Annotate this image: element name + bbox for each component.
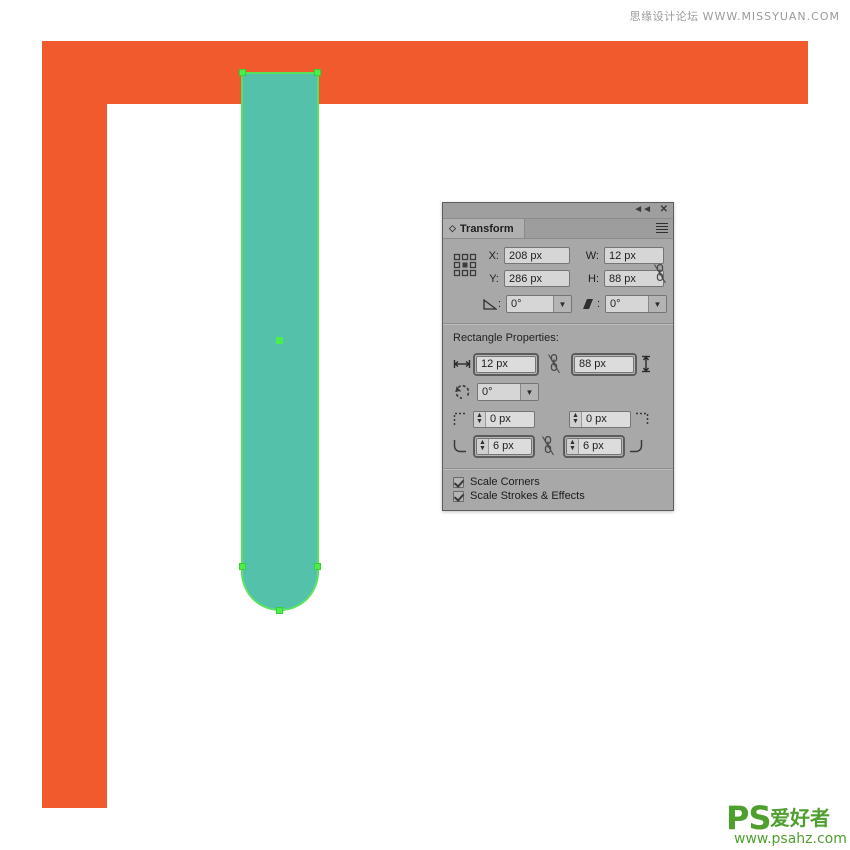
transform-panel[interactable]: ◄◄ ✕ ◇ Transform X: 208 px W: 12 px Y: 2… <box>442 202 674 511</box>
collapse-icon[interactable]: ◄◄ <box>633 204 652 216</box>
shear-angle-icon <box>582 298 597 310</box>
corner-bottom-right-value: 6 px <box>583 440 604 452</box>
row-y-h: Y: 286 px H: 88 px <box>483 268 667 289</box>
divider-2 <box>443 468 673 470</box>
shear-combo[interactable]: 0° ▼ <box>605 295 667 313</box>
scale-strokes-row[interactable]: Scale Strokes & Effects <box>443 489 673 503</box>
height-arrow-icon <box>641 355 657 373</box>
x-label: X: <box>488 249 499 262</box>
chevron-down-icon-3[interactable]: ▼ <box>520 384 538 400</box>
width-arrow-icon <box>453 359 473 369</box>
corner-bottom-left-value: 6 px <box>493 440 514 452</box>
rotate-value: 0° <box>511 298 522 310</box>
y-input[interactable]: 286 px <box>504 270 570 287</box>
scale-strokes-checkbox[interactable] <box>453 490 464 502</box>
corner-bottom-right-stepper[interactable]: ▲ ▼ <box>567 438 579 454</box>
rectangle-properties-section: Rectangle Properties: 12 px 88 px 0° ▼ ▲… <box>443 328 673 464</box>
watermark-ps-logo: PS <box>726 799 771 837</box>
rect-angle-value: 0° <box>482 386 493 398</box>
x-value: 208 px <box>509 249 543 262</box>
watermark-top-cn: 思缘设计论坛 <box>629 10 699 23</box>
x-input[interactable]: 208 px <box>504 247 570 264</box>
watermark-ps-url: www.psahz.com <box>734 831 847 847</box>
orange-frame <box>42 41 827 826</box>
chevron-updown-icon: ◇ <box>449 223 456 233</box>
y-value: 286 px <box>509 272 543 285</box>
watermark-top: 思缘设计论坛 WWW.MISSYUAN.COM <box>630 8 840 24</box>
w-label: W: <box>585 249 599 262</box>
scale-corners-row[interactable]: Scale Corners <box>443 475 673 489</box>
selected-shape-group[interactable] <box>239 69 321 614</box>
transform-section: X: 208 px W: 12 px Y: 286 px H: 88 px: … <box>443 239 673 319</box>
handle-bottom-left[interactable] <box>239 563 246 570</box>
close-icon[interactable]: ✕ <box>660 204 668 216</box>
corner-top-right-icon <box>635 412 653 426</box>
corner-bottom-right-input[interactable]: ▲ ▼ 6 px <box>563 434 625 458</box>
rect-width-input[interactable]: 12 px <box>473 352 539 376</box>
rotate-angle-icon <box>483 298 498 310</box>
rect-width-value: 12 px <box>481 358 508 370</box>
row-corner-bottom: ▲ ▼ 6 px ▲ ▼ 6 px <box>449 432 667 460</box>
scale-corners-label: Scale Corners <box>470 476 540 488</box>
corner-bottom-left-stepper[interactable]: ▲ ▼ <box>477 438 489 454</box>
center-anchor-point[interactable] <box>276 337 283 344</box>
scale-strokes-label: Scale Strokes & Effects <box>470 490 585 502</box>
row-rotate-shear: : 0° ▼ : 0° ▼ <box>483 293 667 315</box>
tab-transform[interactable]: ◇ Transform <box>443 219 525 238</box>
handle-bottom-center[interactable] <box>276 607 283 614</box>
corner-top-right-value: 0 px <box>586 413 607 425</box>
panel-tab-row[interactable]: ◇ Transform <box>443 219 673 239</box>
panel-titlebar[interactable]: ◄◄ ✕ <box>443 203 673 219</box>
corner-top-left-value: 0 px <box>490 413 511 425</box>
corner-top-right-stepper[interactable]: ▲ ▼ <box>570 411 582 427</box>
rect-height-value: 88 px <box>579 358 606 370</box>
rotate-ccw-icon <box>453 384 475 401</box>
corner-bottom-right-icon <box>629 439 647 453</box>
w-value: 12 px <box>609 249 636 262</box>
watermark-ps-cn: 爱好者 <box>770 806 830 830</box>
corner-top-left-input[interactable]: ▲ ▼ 0 px <box>473 410 535 428</box>
panel-body: X: 208 px W: 12 px Y: 286 px H: 88 px: … <box>443 239 673 510</box>
panel-menu-icon[interactable] <box>656 223 668 233</box>
h-label: H: <box>588 272 599 285</box>
divider-1 <box>443 323 673 325</box>
corner-link-icon[interactable] <box>541 435 559 457</box>
tab-transform-label: Transform <box>459 222 514 235</box>
rectangle-properties-heading: Rectangle Properties: <box>453 332 559 344</box>
watermark-top-url: WWW.MISSYUAN.COM <box>702 10 840 23</box>
rect-height-input[interactable]: 88 px <box>571 352 637 376</box>
corner-bottom-left-input[interactable]: ▲ ▼ 6 px <box>473 434 535 458</box>
rect-size-link-icon[interactable] <box>547 353 565 375</box>
corner-top-right-input[interactable]: ▲ ▼ 0 px <box>569 410 631 428</box>
row-rect-size: 12 px 88 px <box>449 350 667 378</box>
reference-point-proxy[interactable] <box>453 253 477 277</box>
rotate-combo[interactable]: 0° ▼ <box>506 295 572 313</box>
handle-top-left[interactable] <box>239 69 246 76</box>
handle-bottom-right[interactable] <box>314 563 321 570</box>
watermark-bottom: PS 爱好者 www.psahz.com <box>726 800 850 850</box>
scale-corners-checkbox[interactable] <box>453 476 464 488</box>
corner-top-left-stepper[interactable]: ▲ ▼ <box>474 411 486 427</box>
shear-value: 0° <box>610 298 621 310</box>
corner-bottom-left-icon <box>453 439 473 453</box>
handle-top-right[interactable] <box>314 69 321 76</box>
row-x-w: X: 208 px W: 12 px <box>483 245 667 266</box>
y-label: Y: <box>489 272 499 285</box>
shear-label: : <box>596 298 601 310</box>
chevron-down-icon-2[interactable]: ▼ <box>648 296 666 312</box>
rect-angle-combo[interactable]: 0° ▼ <box>477 383 539 401</box>
options-section: Scale Corners Scale Strokes & Effects <box>443 473 673 510</box>
row-corner-top: ▲ ▼ 0 px ▲ ▼ 0 px <box>449 408 667 430</box>
w-input[interactable]: 12 px <box>604 247 664 264</box>
h-value: 88 px <box>609 272 636 285</box>
rotate-label: : <box>497 298 502 310</box>
chevron-down-icon[interactable]: ▼ <box>553 296 571 312</box>
row-rect-angle: 0° ▼ <box>449 380 667 404</box>
constrain-wh-link-icon[interactable] <box>653 263 667 285</box>
corner-top-left-icon <box>453 412 473 426</box>
